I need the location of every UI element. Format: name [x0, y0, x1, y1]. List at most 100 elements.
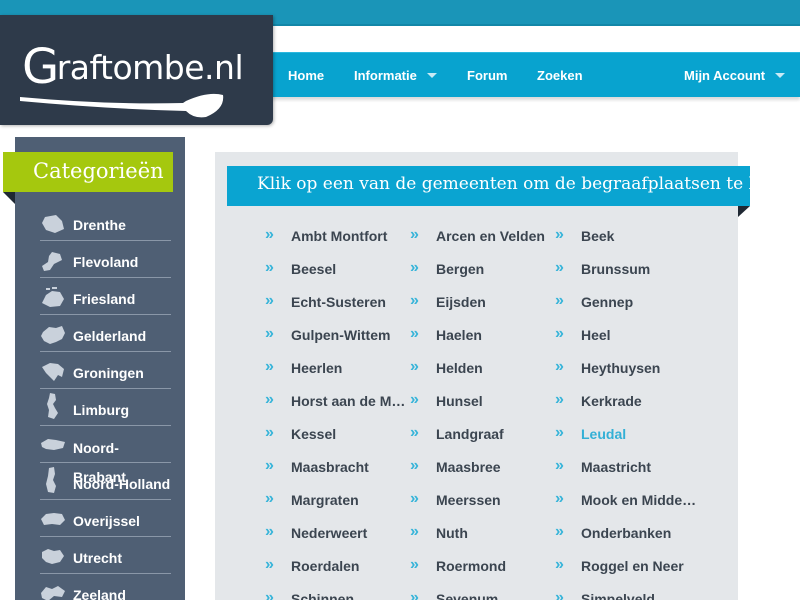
- shovel-icon: [20, 93, 224, 118]
- double-chevron-right-icon: »: [265, 226, 274, 243]
- municipality-label: Mook en Middelaar: [581, 492, 697, 508]
- nav-home-label: Home: [288, 68, 325, 83]
- municipality-link[interactable]: » Roggel en Neer: [555, 557, 695, 579]
- municipality-link[interactable]: » Beek: [555, 227, 695, 249]
- nav-mijn-account[interactable]: Mijn Account: [684, 53, 786, 98]
- nav-forum[interactable]: Forum: [467, 53, 507, 98]
- double-chevron-right-icon: »: [265, 523, 274, 540]
- overijssel-map-icon: [41, 513, 65, 525]
- municipality-link[interactable]: » Roermond: [410, 557, 550, 579]
- nav-informatie[interactable]: Informatie: [354, 53, 437, 98]
- double-chevron-right-icon: »: [555, 226, 564, 243]
- municipality-label: Helden: [436, 360, 483, 376]
- gelderland-map-icon: [41, 326, 65, 344]
- municipality-link[interactable]: » Margraten: [265, 491, 405, 513]
- double-chevron-right-icon: »: [410, 523, 419, 540]
- municipality-label: Ambt Montfort: [291, 228, 388, 244]
- municipality-link[interactable]: » Echt-Susteren: [265, 293, 405, 315]
- nav-mijn-account-label: Mijn Account: [684, 68, 766, 83]
- municipality-link[interactable]: » Bergen: [410, 260, 550, 282]
- municipality-label: Sevenum: [436, 591, 499, 600]
- municipality-link[interactable]: » Kerkrade: [555, 392, 695, 414]
- municipality-link[interactable]: » Helden: [410, 359, 550, 381]
- province-friesland[interactable]: Friesland: [40, 278, 171, 315]
- municipality-link[interactable]: » Roerdalen: [265, 557, 405, 579]
- municipality-label: Roggel en Neer: [581, 558, 684, 574]
- noord-brabant-map-icon: [41, 439, 65, 450]
- municipality-label: Roerdalen: [291, 558, 360, 574]
- friesland-map-icon: [42, 287, 64, 307]
- double-chevron-right-icon: »: [555, 325, 564, 342]
- municipality-label: Roermond: [436, 558, 506, 574]
- double-chevron-right-icon: »: [265, 325, 274, 342]
- province-zeeland[interactable]: Zeeland: [40, 574, 171, 600]
- nav-forum-label: Forum: [467, 68, 508, 83]
- province-noord-brabant[interactable]: Noord-Brabant: [40, 426, 171, 485]
- noord-holland-map-icon: [46, 467, 56, 493]
- municipality-link[interactable]: » Meerssen: [410, 491, 550, 513]
- province-label: Overijssel: [73, 513, 140, 529]
- municipality-link[interactable]: » Simpelveld: [555, 590, 695, 600]
- province-overijssel[interactable]: Overijssel: [40, 500, 171, 537]
- double-chevron-right-icon: »: [410, 391, 419, 408]
- municipality-link[interactable]: » Gulpen-Wittem: [265, 326, 405, 348]
- drenthe-map-icon: [42, 215, 64, 233]
- municipality-label: Kessel: [291, 426, 337, 442]
- logo-text: Graftombe.nl: [22, 35, 244, 95]
- chevron-down-icon: [426, 73, 437, 79]
- municipality-link[interactable]: » Heerlen: [265, 359, 405, 381]
- site-logo[interactable]: Graftombe.nl: [0, 15, 273, 125]
- nav-informatie-label: Informatie: [354, 68, 417, 83]
- municipality-link[interactable]: » Kessel: [265, 425, 405, 447]
- nav-zoeken[interactable]: Zoeken: [537, 53, 583, 98]
- municipality-link[interactable]: » Maasbree: [410, 458, 550, 480]
- province-flevoland[interactable]: Flevoland: [40, 241, 171, 278]
- municipality-link[interactable]: » Heel: [555, 326, 695, 348]
- double-chevron-right-icon: »: [555, 523, 564, 540]
- province-label: Friesland: [73, 291, 136, 307]
- municipality-link[interactable]: » Arcen en Velden: [410, 227, 550, 249]
- province-gelderland[interactable]: Gelderland: [40, 315, 171, 352]
- province-drenthe[interactable]: Drenthe: [40, 204, 171, 241]
- double-chevron-right-icon: »: [410, 259, 419, 276]
- municipality-link[interactable]: » Ambt Montfort: [265, 227, 405, 249]
- municipality-link[interactable]: » Maastricht: [555, 458, 695, 480]
- province-utrecht[interactable]: Utrecht: [40, 537, 171, 574]
- municipality-link[interactable]: » Eijsden: [410, 293, 550, 315]
- municipality-link[interactable]: » Gennep: [555, 293, 695, 315]
- municipality-link[interactable]: » Beesel: [265, 260, 405, 282]
- municipality-link[interactable]: » Nederweert: [265, 524, 405, 546]
- province-label: Groningen: [73, 365, 144, 381]
- nav-home[interactable]: Home: [288, 53, 324, 98]
- municipality-link[interactable]: » Brunssum: [555, 260, 695, 282]
- municipality-label: Beesel: [291, 261, 337, 277]
- double-chevron-right-icon: »: [410, 292, 419, 309]
- double-chevron-right-icon: »: [265, 490, 274, 507]
- province-groningen[interactable]: Groningen: [40, 352, 171, 389]
- municipality-link[interactable]: » Horst aan de Maas: [265, 392, 407, 414]
- municipality-link[interactable]: » Mook en Middelaar: [555, 490, 697, 513]
- municipality-link[interactable]: » Onderbanken: [555, 524, 695, 546]
- ribbon-fold: [738, 206, 750, 217]
- double-chevron-right-icon: »: [410, 490, 419, 507]
- chevron-down-icon: [775, 73, 786, 79]
- double-chevron-right-icon: »: [555, 490, 564, 507]
- municipality-link[interactable]: » Maasbracht: [265, 458, 405, 480]
- province-label: Drenthe: [73, 217, 126, 233]
- municipality-link[interactable]: » Leudal: [555, 425, 695, 447]
- municipality-link[interactable]: » Schinnen: [265, 590, 405, 600]
- municipality-link[interactable]: » Landgraaf: [410, 425, 550, 447]
- province-limburg[interactable]: Limburg: [40, 389, 171, 426]
- municipality-link[interactable]: » Sevenum: [410, 590, 550, 600]
- municipality-link[interactable]: » Hunsel: [410, 392, 550, 414]
- double-chevron-right-icon: »: [555, 457, 564, 474]
- double-chevron-right-icon: »: [265, 259, 274, 276]
- municipality-link[interactable]: » Heythuysen: [555, 359, 695, 381]
- municipality-heading: Klik op een van de gemeenten om de begra…: [227, 166, 800, 206]
- municipality-label: Nuth: [436, 525, 468, 541]
- double-chevron-right-icon: »: [410, 358, 419, 375]
- municipality-link[interactable]: » Nuth: [410, 524, 550, 546]
- municipality-link[interactable]: » Haelen: [410, 326, 550, 348]
- province-noord-holland[interactable]: Noord-Holland: [40, 463, 171, 500]
- flevoland-map-icon: [42, 252, 62, 271]
